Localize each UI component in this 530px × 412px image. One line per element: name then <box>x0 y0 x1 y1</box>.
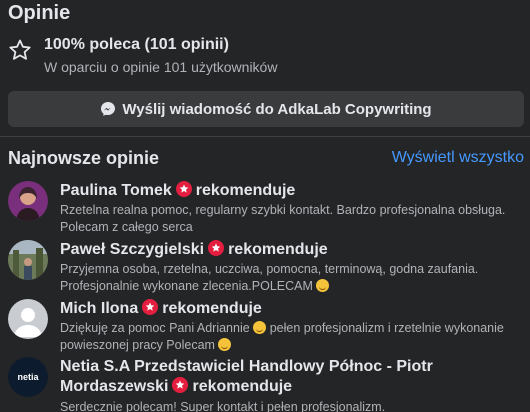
recommend-badge-icon <box>208 240 225 256</box>
review-text-body: Przyjemna osoba, rzetelna, uczciwa, pomo… <box>60 262 479 293</box>
rating-summary: 100% poleca (101 opinii) W oparciu o opi… <box>8 36 518 80</box>
review-text: Dziękuję za pomoc Pani Adriannie pełen pr… <box>60 320 528 354</box>
review-text-part-a: Dziękuję za pomoc Pani Adriannie <box>60 321 250 335</box>
review-header: Paweł Szczygielski rekomenduje <box>60 240 520 260</box>
reviews-panel: Opinie 100% poleca (101 opinii) W oparci… <box>0 0 530 412</box>
avatar[interactable] <box>8 240 48 280</box>
star-outline-icon <box>9 39 31 60</box>
avatar[interactable] <box>8 181 48 221</box>
rating-headline: 100% poleca (101 opinii) <box>44 36 229 53</box>
recommend-badge-icon <box>172 377 189 393</box>
smile-emoji-icon <box>315 279 329 292</box>
recommend-badge-icon <box>175 181 192 197</box>
review-header: Mich Ilona rekomenduje <box>60 299 520 319</box>
recommends-label: rekomenduje <box>192 378 293 395</box>
divider <box>0 136 530 137</box>
avatar[interactable]: netia <box>8 357 48 397</box>
smile-emoji-icon <box>217 338 231 351</box>
reviewer-name[interactable]: Paweł Szczygielski <box>60 241 204 258</box>
reviewer-name[interactable]: Paulina Tomek <box>60 182 172 199</box>
reviewer-name[interactable]: Mich Ilona <box>60 300 138 317</box>
review-text: Serdecznie polecam! Super kontakt i pełe… <box>60 400 386 412</box>
see-all-link[interactable]: Wyświetl wszystko <box>392 149 524 167</box>
send-message-label: Wyślij wiadomość do AdkaLab Copywriting <box>122 100 432 118</box>
review-text: Przyjemna osoba, rzetelna, uczciwa, pomo… <box>60 261 528 295</box>
recent-reviews-title: Najnowsze opinie <box>8 148 160 168</box>
review-header: Netia S.A Przedstawiciel Handlowy Północ… <box>60 357 520 397</box>
recommend-badge-icon <box>142 299 159 315</box>
review-header: Paulina Tomek rekomenduje <box>60 181 520 201</box>
netia-logo: netia <box>8 357 48 397</box>
recommends-label: rekomenduje <box>228 241 328 258</box>
messenger-icon <box>101 102 116 116</box>
recommends-label: rekomenduje <box>162 300 262 317</box>
recommends-label: rekomenduje <box>195 182 296 199</box>
smile-emoji-icon <box>252 321 266 334</box>
review-text: Rzetelna realna pomoc, regularny szybki … <box>60 203 506 234</box>
rating-subtext: W oparciu o opinie 101 użytkowników <box>44 59 278 75</box>
avatar[interactable] <box>8 299 48 339</box>
section-title: Opinie <box>8 2 71 24</box>
send-message-button[interactable]: Wyślij wiadomość do AdkaLab Copywriting <box>8 91 524 127</box>
